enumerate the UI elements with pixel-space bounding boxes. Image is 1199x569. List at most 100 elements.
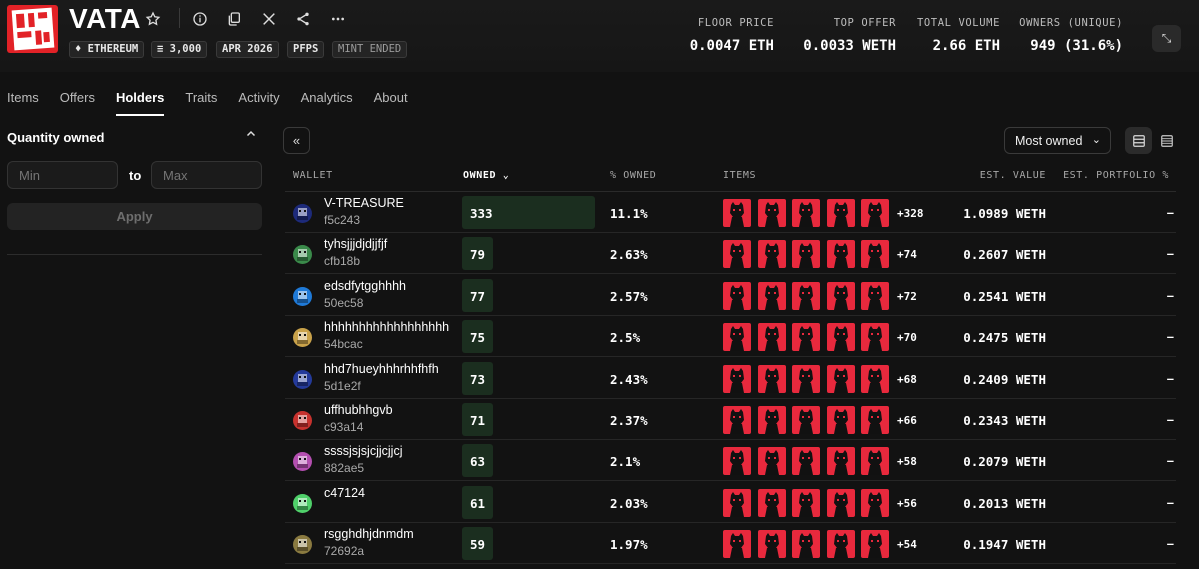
nft-thumbnail[interactable] <box>792 364 820 393</box>
nft-thumbnail[interactable] <box>723 447 751 476</box>
nft-thumbnail[interactable] <box>757 323 786 352</box>
tab-traits[interactable]: Traits <box>185 90 217 116</box>
more-items-count[interactable]: +58 <box>897 455 917 468</box>
table-row[interactable]: hhd7hueyhhhrhhfhfh 5d1e2f 73 2.43% +68 0.2409… <box>285 358 1176 399</box>
nft-thumbnail[interactable] <box>792 240 820 269</box>
nft-thumbnail[interactable] <box>826 447 855 476</box>
nft-thumbnail[interactable] <box>723 406 751 434</box>
col-header-est-value[interactable]: EST. VALUE <box>980 170 1046 181</box>
nft-thumbnail[interactable] <box>826 323 855 352</box>
nft-thumbnail[interactable] <box>861 323 889 352</box>
nft-thumbnail[interactable] <box>723 364 751 393</box>
col-header-owned[interactable]: OWNED ⌄ <box>463 170 509 181</box>
wallet-name[interactable]: hhhhhhhhhhhhhhhhhhhhoo <box>324 320 450 334</box>
nft-thumbnail[interactable] <box>757 530 786 559</box>
avatar[interactable] <box>293 493 312 513</box>
nft-thumbnail[interactable] <box>792 323 820 352</box>
max-quantity-input[interactable] <box>151 161 262 189</box>
nft-thumbnail[interactable] <box>826 240 855 269</box>
table-row[interactable]: edsdfytgghhhh 50ec58 77 2.57% +72 0.2541 WETH… <box>285 275 1176 316</box>
nft-thumbnail[interactable] <box>757 199 786 227</box>
avatar[interactable] <box>293 452 312 472</box>
table-row[interactable]: V-TREASURE f5c243 333 11.1% +328 1.0989 WETH – <box>285 192 1176 233</box>
nft-thumbnail[interactable] <box>826 199 855 227</box>
apply-button[interactable]: Apply <box>7 203 262 230</box>
compact-view-button[interactable] <box>1153 127 1180 154</box>
share-icon[interactable] <box>293 9 313 29</box>
nft-thumbnail[interactable] <box>861 406 889 434</box>
table-row[interactable]: ssssjsjsjcjjcjjcj 882ae5 63 2.1% +58 0.2079 W… <box>285 440 1176 482</box>
nft-thumbnail[interactable] <box>861 447 889 476</box>
tab-analytics[interactable]: Analytics <box>301 90 353 116</box>
star-icon[interactable] <box>143 9 163 29</box>
wallet-name[interactable]: edsdfytgghhhh <box>324 279 450 293</box>
nft-thumbnail[interactable] <box>792 447 820 476</box>
tab-holders[interactable]: Holders <box>115 90 165 116</box>
table-row[interactable]: tyhsjjjdjdjjfjf cfb18b 79 2.63% +74 0.2607 WE… <box>285 233 1176 275</box>
nft-thumbnail[interactable] <box>757 281 786 310</box>
info-icon[interactable] <box>190 9 210 29</box>
nft-thumbnail[interactable] <box>792 488 820 517</box>
col-header-wallet[interactable]: WALLET <box>293 170 333 181</box>
col-header-est-portfolio[interactable]: EST. PORTFOLIO % <box>1063 170 1169 181</box>
more-items-count[interactable]: +68 <box>897 373 917 386</box>
nft-thumbnail[interactable] <box>826 488 855 517</box>
nft-thumbnail[interactable] <box>861 530 889 559</box>
nft-thumbnail[interactable] <box>757 364 786 393</box>
wallet-name[interactable]: ssssjsjsjcjjcjjcj <box>324 444 450 458</box>
avatar[interactable] <box>293 411 312 430</box>
more-options-icon[interactable] <box>328 9 348 29</box>
nft-thumbnail[interactable] <box>723 323 751 352</box>
quantity-filter-title[interactable]: Quantity owned <box>7 130 105 145</box>
x-twitter-icon[interactable] <box>259 9 279 29</box>
more-items-count[interactable]: +66 <box>897 414 917 427</box>
more-items-count[interactable]: +74 <box>897 248 917 261</box>
tab-activity[interactable]: Activity <box>238 90 279 116</box>
nft-thumbnail[interactable] <box>826 281 855 310</box>
nft-thumbnail[interactable] <box>723 281 751 310</box>
nft-thumbnail[interactable] <box>792 281 820 310</box>
nft-thumbnail[interactable] <box>723 488 751 517</box>
nft-thumbnail[interactable] <box>723 199 751 227</box>
chevron-up-icon[interactable] <box>245 128 257 143</box>
wallet-name[interactable]: hhd7hueyhhhrhhfhfh <box>324 362 450 376</box>
table-row[interactable]: rsgghdhjdnmdm 72692a 59 1.97% +54 0.1947 WETH… <box>285 523 1176 565</box>
list-view-button[interactable] <box>1125 127 1152 154</box>
more-items-count[interactable]: +56 <box>897 497 917 510</box>
nft-thumbnail[interactable] <box>861 488 889 517</box>
copy-icon[interactable] <box>224 9 244 29</box>
nft-thumbnail[interactable] <box>826 406 855 434</box>
more-items-count[interactable]: +70 <box>897 331 917 344</box>
more-items-count[interactable]: +328 <box>897 207 924 220</box>
nft-thumbnail[interactable] <box>792 530 820 559</box>
more-items-count[interactable]: +54 <box>897 538 917 551</box>
more-items-count[interactable]: +72 <box>897 290 917 303</box>
tab-offers[interactable]: Offers <box>60 90 95 116</box>
nft-thumbnail[interactable] <box>757 447 786 476</box>
tab-about[interactable]: About <box>374 90 408 116</box>
nft-thumbnail[interactable] <box>861 240 889 269</box>
avatar[interactable] <box>293 535 312 555</box>
avatar[interactable] <box>293 328 312 348</box>
wallet-name[interactable]: uffhubhhgvb <box>324 403 450 417</box>
sort-select[interactable]: Most owned ⌄ <box>1004 127 1111 154</box>
nft-thumbnail[interactable] <box>757 240 786 269</box>
nft-thumbnail[interactable] <box>757 406 786 434</box>
min-quantity-input[interactable] <box>7 161 118 189</box>
tab-items[interactable]: Items <box>7 90 39 116</box>
avatar[interactable] <box>293 245 312 265</box>
table-row[interactable]: hhhhhhhhhhhhhhhhhhhhoo 54bcac 75 2.5% +70 0.2… <box>285 316 1176 358</box>
avatar[interactable] <box>293 369 312 389</box>
collapse-sidebar-button[interactable]: « <box>283 127 310 154</box>
nft-thumbnail[interactable] <box>861 281 889 310</box>
avatar[interactable] <box>293 286 312 306</box>
nft-thumbnail[interactable] <box>826 530 855 559</box>
collapse-header-button[interactable]: ⤡ <box>1152 25 1181 52</box>
wallet-name[interactable]: rsgghdhjdnmdm <box>324 527 450 541</box>
nft-thumbnail[interactable] <box>861 364 889 393</box>
wallet-name[interactable]: tyhsjjjdjdjjfjf <box>324 237 450 251</box>
nft-thumbnail[interactable] <box>792 406 820 434</box>
nft-thumbnail[interactable] <box>792 199 820 227</box>
nft-thumbnail[interactable] <box>757 488 786 517</box>
col-header-pct-owned[interactable]: % OWNED <box>610 170 656 181</box>
